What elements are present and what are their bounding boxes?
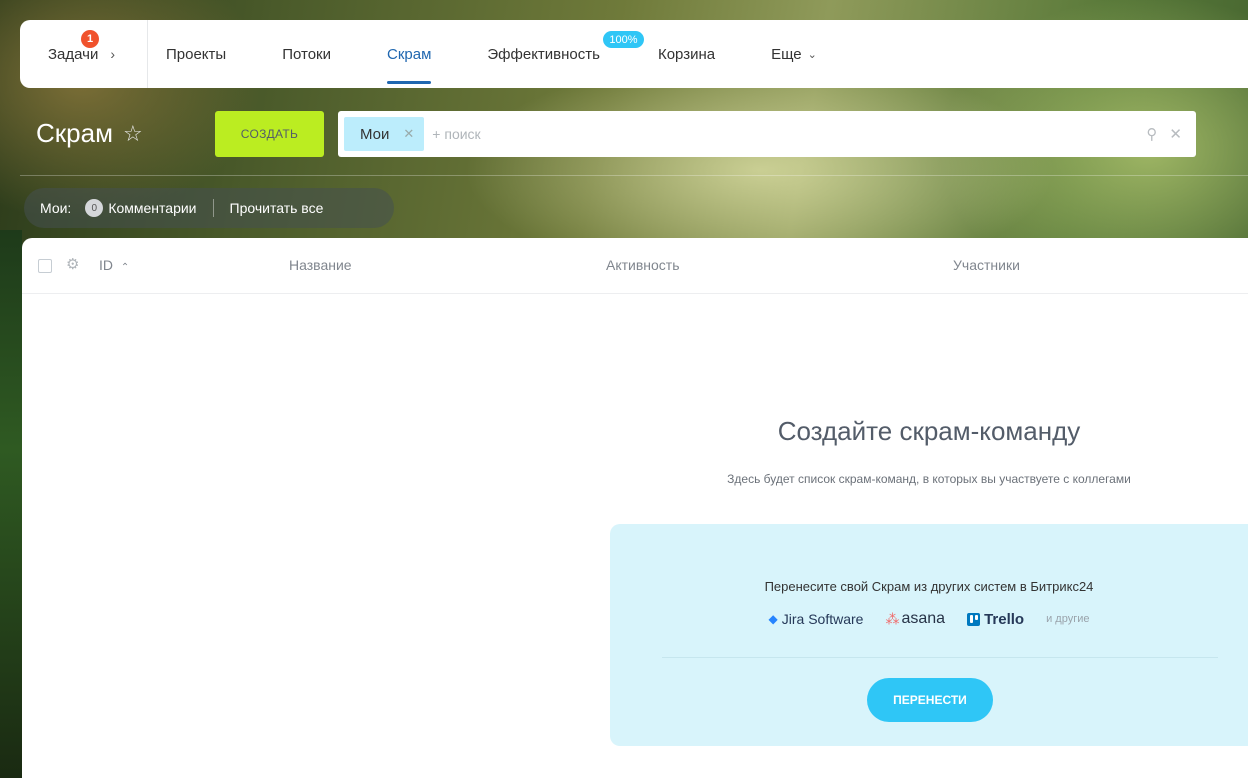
nav-item-label: Корзина [657,45,716,63]
column-name[interactable]: Название [289,257,352,273]
filter-chip-label: Мои [360,125,390,143]
migrate-panel: Перенесите свой Скрам из других систем в… [610,524,1248,746]
column-id-label: ID [99,257,113,273]
trello-logo-text: Trello [984,610,1025,628]
chevron-down-icon: ⌄ [807,48,817,61]
chevron-right-icon[interactable]: › [110,46,115,62]
select-all-checkbox[interactable] [38,259,52,273]
trello-icon [967,612,981,626]
nav-item-efficiency[interactable]: Эффективность 100% [487,20,644,88]
clear-search-icon[interactable]: ✕ [1169,125,1182,143]
asana-logo: ⁂ asana [885,610,945,628]
tasks-counter-badge: 1 [81,30,99,48]
migrate-text: Перенесите свой Скрам из других систем в… [764,579,1094,594]
asana-logo-text: asana [901,610,946,627]
nav-item-label: Потоки [282,45,331,63]
others-text: и другие [1046,613,1090,625]
nav-item-flows[interactable]: Потоки [282,20,331,88]
nav-item-scrum[interactable]: Скрам [386,20,432,88]
comments-count[interactable]: 0 [85,199,104,217]
nav-tasks[interactable]: Задачи 1 › [20,20,148,88]
counters-bar: Мои: 0 Комментарии Прочитать все [24,188,394,228]
main-content: ⚙ ID ⌃ Название Активность Участники Соз… [22,238,1248,778]
read-all-link[interactable]: Прочитать все [230,200,324,216]
nav-item-label: Проекты [166,45,227,63]
column-members[interactable]: Участники [953,257,1020,273]
jira-logo: ◆ Jira Software [769,611,864,627]
nav-item-trash[interactable]: Корзина [658,20,715,88]
asana-icon: ⁂ [885,610,899,627]
nav-item-label: Эффективность [487,45,600,63]
page-title-text: Скрам [36,118,113,148]
migrate-divider [662,657,1218,658]
column-id[interactable]: ID ⌃ [99,257,129,273]
migrate-logos: ◆ Jira Software ⁂ asana Trello и другие [610,610,1248,628]
counters-prefix: Мои: [40,200,72,216]
search-input[interactable] [432,126,1073,142]
search-actions: ⚲ ✕ [1146,125,1182,143]
jira-logo-text: Jira Software [781,611,864,627]
empty-state-subtitle: Здесь будет список скрам-команд, в котор… [727,472,1131,486]
trello-logo: Trello [967,611,1024,628]
remove-filter-icon[interactable]: ✕ [403,126,414,142]
counters-separator [212,199,214,217]
comments-counter[interactable]: Комментарии [108,200,196,216]
star-icon[interactable]: ☆ [123,121,143,147]
page-title: Скрам ☆ [36,118,143,149]
create-button[interactable]: создать [215,111,324,157]
empty-state-title: Создайте скрам-команду [777,416,1081,446]
background-edge [0,230,22,778]
nav-item-label: Скрам [386,45,432,63]
nav-tasks-label: Задачи [48,45,99,63]
migrate-button[interactable]: перенести [867,678,993,722]
efficiency-badge: 100% [603,31,644,48]
column-activity[interactable]: Активность [606,257,680,273]
nav-item-more[interactable]: Еще ⌄ [771,20,817,88]
search-filter-bar[interactable]: Мои ✕ ⚲ ✕ [338,111,1196,157]
nav-item-label: Еще [771,45,802,63]
header-divider [20,175,1248,176]
filter-chip[interactable]: Мои ✕ [344,117,425,151]
jira-icon: ◆ [768,612,778,626]
search-icon[interactable]: ⚲ [1146,125,1157,143]
grid-header: ⚙ ID ⌃ Название Активность Участники [22,238,1248,294]
gear-icon[interactable]: ⚙ [66,255,79,273]
nav-item-projects[interactable]: Проекты [166,20,226,88]
sort-asc-icon: ⌃ [120,262,130,273]
top-navigation: Задачи 1 › Проекты Потоки Скрам Эффектив… [20,20,1248,88]
